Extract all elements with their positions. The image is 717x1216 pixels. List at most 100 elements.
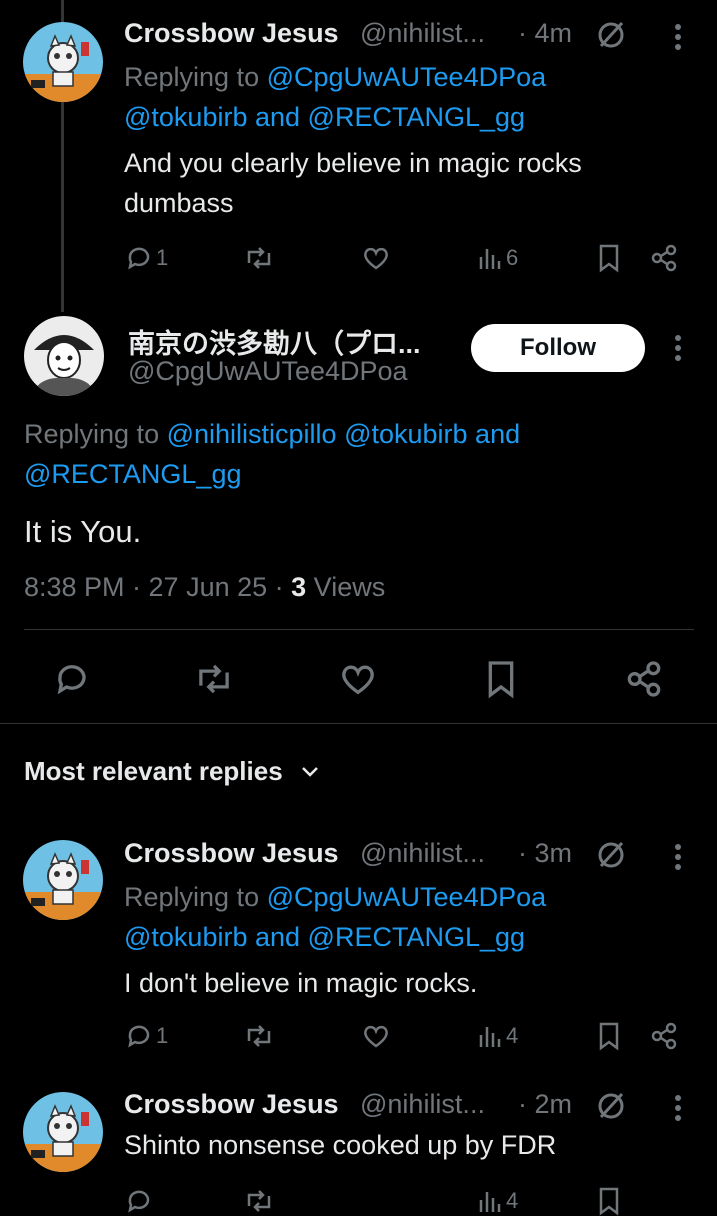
grok-icon[interactable] — [595, 19, 627, 51]
repost-button[interactable] — [243, 1021, 275, 1051]
reply-icon — [128, 1190, 150, 1213]
reply-count: 1 — [156, 245, 169, 270]
bookmark-icon — [599, 1022, 619, 1051]
replying-and: and — [467, 419, 521, 449]
heart-icon — [364, 1025, 388, 1048]
avatar[interactable] — [23, 22, 103, 102]
views-label: Views — [306, 572, 386, 602]
post-text: It is You. — [24, 514, 142, 549]
post-timestamp[interactable]: 8:38 PM · 27 Jun 25 · — [24, 572, 291, 602]
repost-icon — [247, 1190, 271, 1212]
views-count: 3 — [291, 572, 307, 602]
share-icon — [627, 661, 661, 697]
chevron-down-icon — [301, 766, 318, 777]
reply-button[interactable] — [124, 1186, 154, 1216]
post-text: And you clearly believe in magic rocks d… — [124, 143, 684, 223]
replying-to-label: Replying to — [124, 882, 267, 912]
mention-link[interactable]: @tokubirb — [124, 102, 247, 132]
share-icon — [651, 1022, 677, 1050]
author-handle[interactable]: @CpgUwAUTee4DPoa — [128, 356, 408, 387]
author-name[interactable]: Crossbow Jesus — [124, 838, 339, 869]
bookmark-button[interactable] — [483, 659, 519, 699]
follow-button[interactable]: Follow — [471, 324, 645, 372]
post-text: Shinto nonsense cooked up by FDR — [124, 1130, 557, 1160]
share-button[interactable] — [649, 243, 679, 273]
divider — [24, 629, 694, 630]
reply-count: 1 — [156, 1023, 169, 1048]
replying-to-label: Replying to — [24, 419, 167, 449]
avatar[interactable] — [24, 316, 104, 396]
mention-link[interactable]: @RECTANGL_gg — [308, 922, 525, 952]
reply-button[interactable]: 1 — [124, 243, 168, 273]
mention-link[interactable]: @CpgUwAUTee4DPoa — [267, 62, 547, 92]
like-button[interactable] — [361, 1021, 391, 1051]
reply-button[interactable]: 1 — [124, 1021, 168, 1051]
view-count: 6 — [506, 245, 519, 270]
heart-icon — [364, 247, 388, 270]
more-options-icon[interactable] — [668, 842, 688, 872]
mention-link[interactable]: @tokubirb — [344, 419, 467, 449]
share-button[interactable] — [649, 1021, 679, 1051]
view-count: 4 — [506, 1188, 519, 1213]
bookmark-icon — [599, 244, 619, 273]
author-handle[interactable]: @nihilist... — [360, 1089, 485, 1120]
view-count: 4 — [506, 1023, 519, 1048]
replying-and: and — [247, 102, 308, 132]
mention-link[interactable]: @nihilisticpillo — [167, 419, 337, 449]
replying-and: and — [247, 922, 308, 952]
more-options-icon[interactable] — [668, 333, 688, 363]
post-text-line: dumbass — [124, 188, 234, 218]
replying-to-label: Replying to — [124, 62, 267, 92]
repost-button[interactable] — [243, 243, 275, 273]
bookmark-icon — [599, 1187, 619, 1216]
post-meta: 8:38 PM · 27 Jun 25 · 3 Views — [24, 567, 385, 607]
mention-link[interactable]: @RECTANGL_gg — [308, 102, 525, 132]
post-time[interactable]: · 3m — [518, 838, 572, 869]
reply-icon — [128, 1025, 150, 1048]
grok-icon[interactable] — [595, 839, 627, 871]
mention-link[interactable]: @RECTANGL_gg — [24, 459, 241, 489]
repost-icon — [199, 664, 229, 694]
bookmark-button[interactable] — [596, 1186, 622, 1216]
views-button[interactable]: 4 — [478, 1186, 518, 1216]
views-button[interactable]: 6 — [478, 243, 518, 273]
analytics-icon — [479, 249, 501, 269]
author-handle[interactable]: @nihilist... — [360, 18, 485, 49]
divider — [0, 723, 717, 724]
views-button[interactable]: 4 — [478, 1021, 518, 1051]
mention-link[interactable]: @tokubirb — [124, 922, 247, 952]
mention-link[interactable]: @CpgUwAUTee4DPoa — [267, 882, 547, 912]
bookmark-icon — [488, 661, 514, 699]
post-time[interactable]: · 2m — [518, 1089, 572, 1120]
repost-button[interactable] — [193, 659, 235, 699]
like-button[interactable] — [361, 243, 391, 273]
author-handle[interactable]: @nihilist... — [360, 838, 485, 869]
author-name[interactable]: Crossbow Jesus — [124, 18, 339, 49]
replying-to: Replying to @CpgUwAUTee4DPoa @tokubirb a… — [124, 877, 684, 957]
repost-icon — [247, 1025, 271, 1047]
analytics-icon — [479, 1192, 501, 1212]
share-button[interactable] — [624, 659, 664, 699]
like-button[interactable] — [338, 659, 378, 699]
reply-button[interactable] — [52, 659, 92, 699]
more-options-icon[interactable] — [668, 1093, 688, 1123]
reply-icon — [128, 247, 150, 270]
author-name[interactable]: Crossbow Jesus — [124, 1089, 339, 1120]
avatar[interactable] — [23, 840, 103, 920]
bookmark-button[interactable] — [596, 243, 622, 273]
avatar[interactable] — [23, 1092, 103, 1172]
repost-button[interactable] — [243, 1186, 275, 1216]
more-options-icon[interactable] — [668, 22, 688, 52]
analytics-icon — [479, 1027, 501, 1047]
replying-to: Replying to @nihilisticpillo @tokubirb a… — [24, 414, 684, 494]
post-time[interactable]: · 4m — [518, 18, 572, 49]
post-text-line: And you clearly believe in magic rocks — [124, 148, 582, 178]
bookmark-button[interactable] — [596, 1021, 622, 1051]
heart-icon — [342, 665, 374, 695]
reply-sort-label: Most relevant replies — [24, 756, 283, 786]
post-text: I don't believe in magic rocks. — [124, 968, 478, 998]
grok-icon[interactable] — [595, 1090, 627, 1122]
share-icon — [651, 244, 677, 272]
reply-sort-dropdown[interactable]: Most relevant replies — [24, 756, 323, 787]
repost-icon — [247, 247, 271, 269]
